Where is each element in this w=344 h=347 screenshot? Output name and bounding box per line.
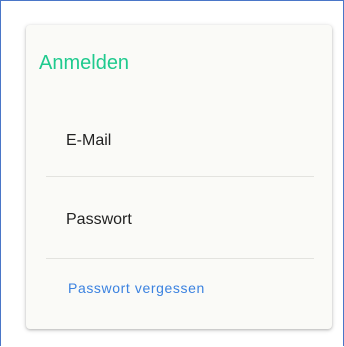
email-field[interactable]: E-Mail <box>46 127 313 173</box>
password-field[interactable]: Passwort <box>46 206 313 252</box>
email-divider <box>46 176 314 177</box>
login-title: Anmelden <box>39 52 130 74</box>
login-card: Anmelden E-Mail Passwort Passwort verges… <box>26 25 332 329</box>
email-label: E-Mail <box>66 132 112 149</box>
page-frame: Anmelden E-Mail Passwort Passwort verges… <box>0 0 344 346</box>
password-divider <box>46 258 314 259</box>
forgot-password-link[interactable]: Passwort vergessen <box>68 279 205 297</box>
password-label: Passwort <box>66 211 132 228</box>
